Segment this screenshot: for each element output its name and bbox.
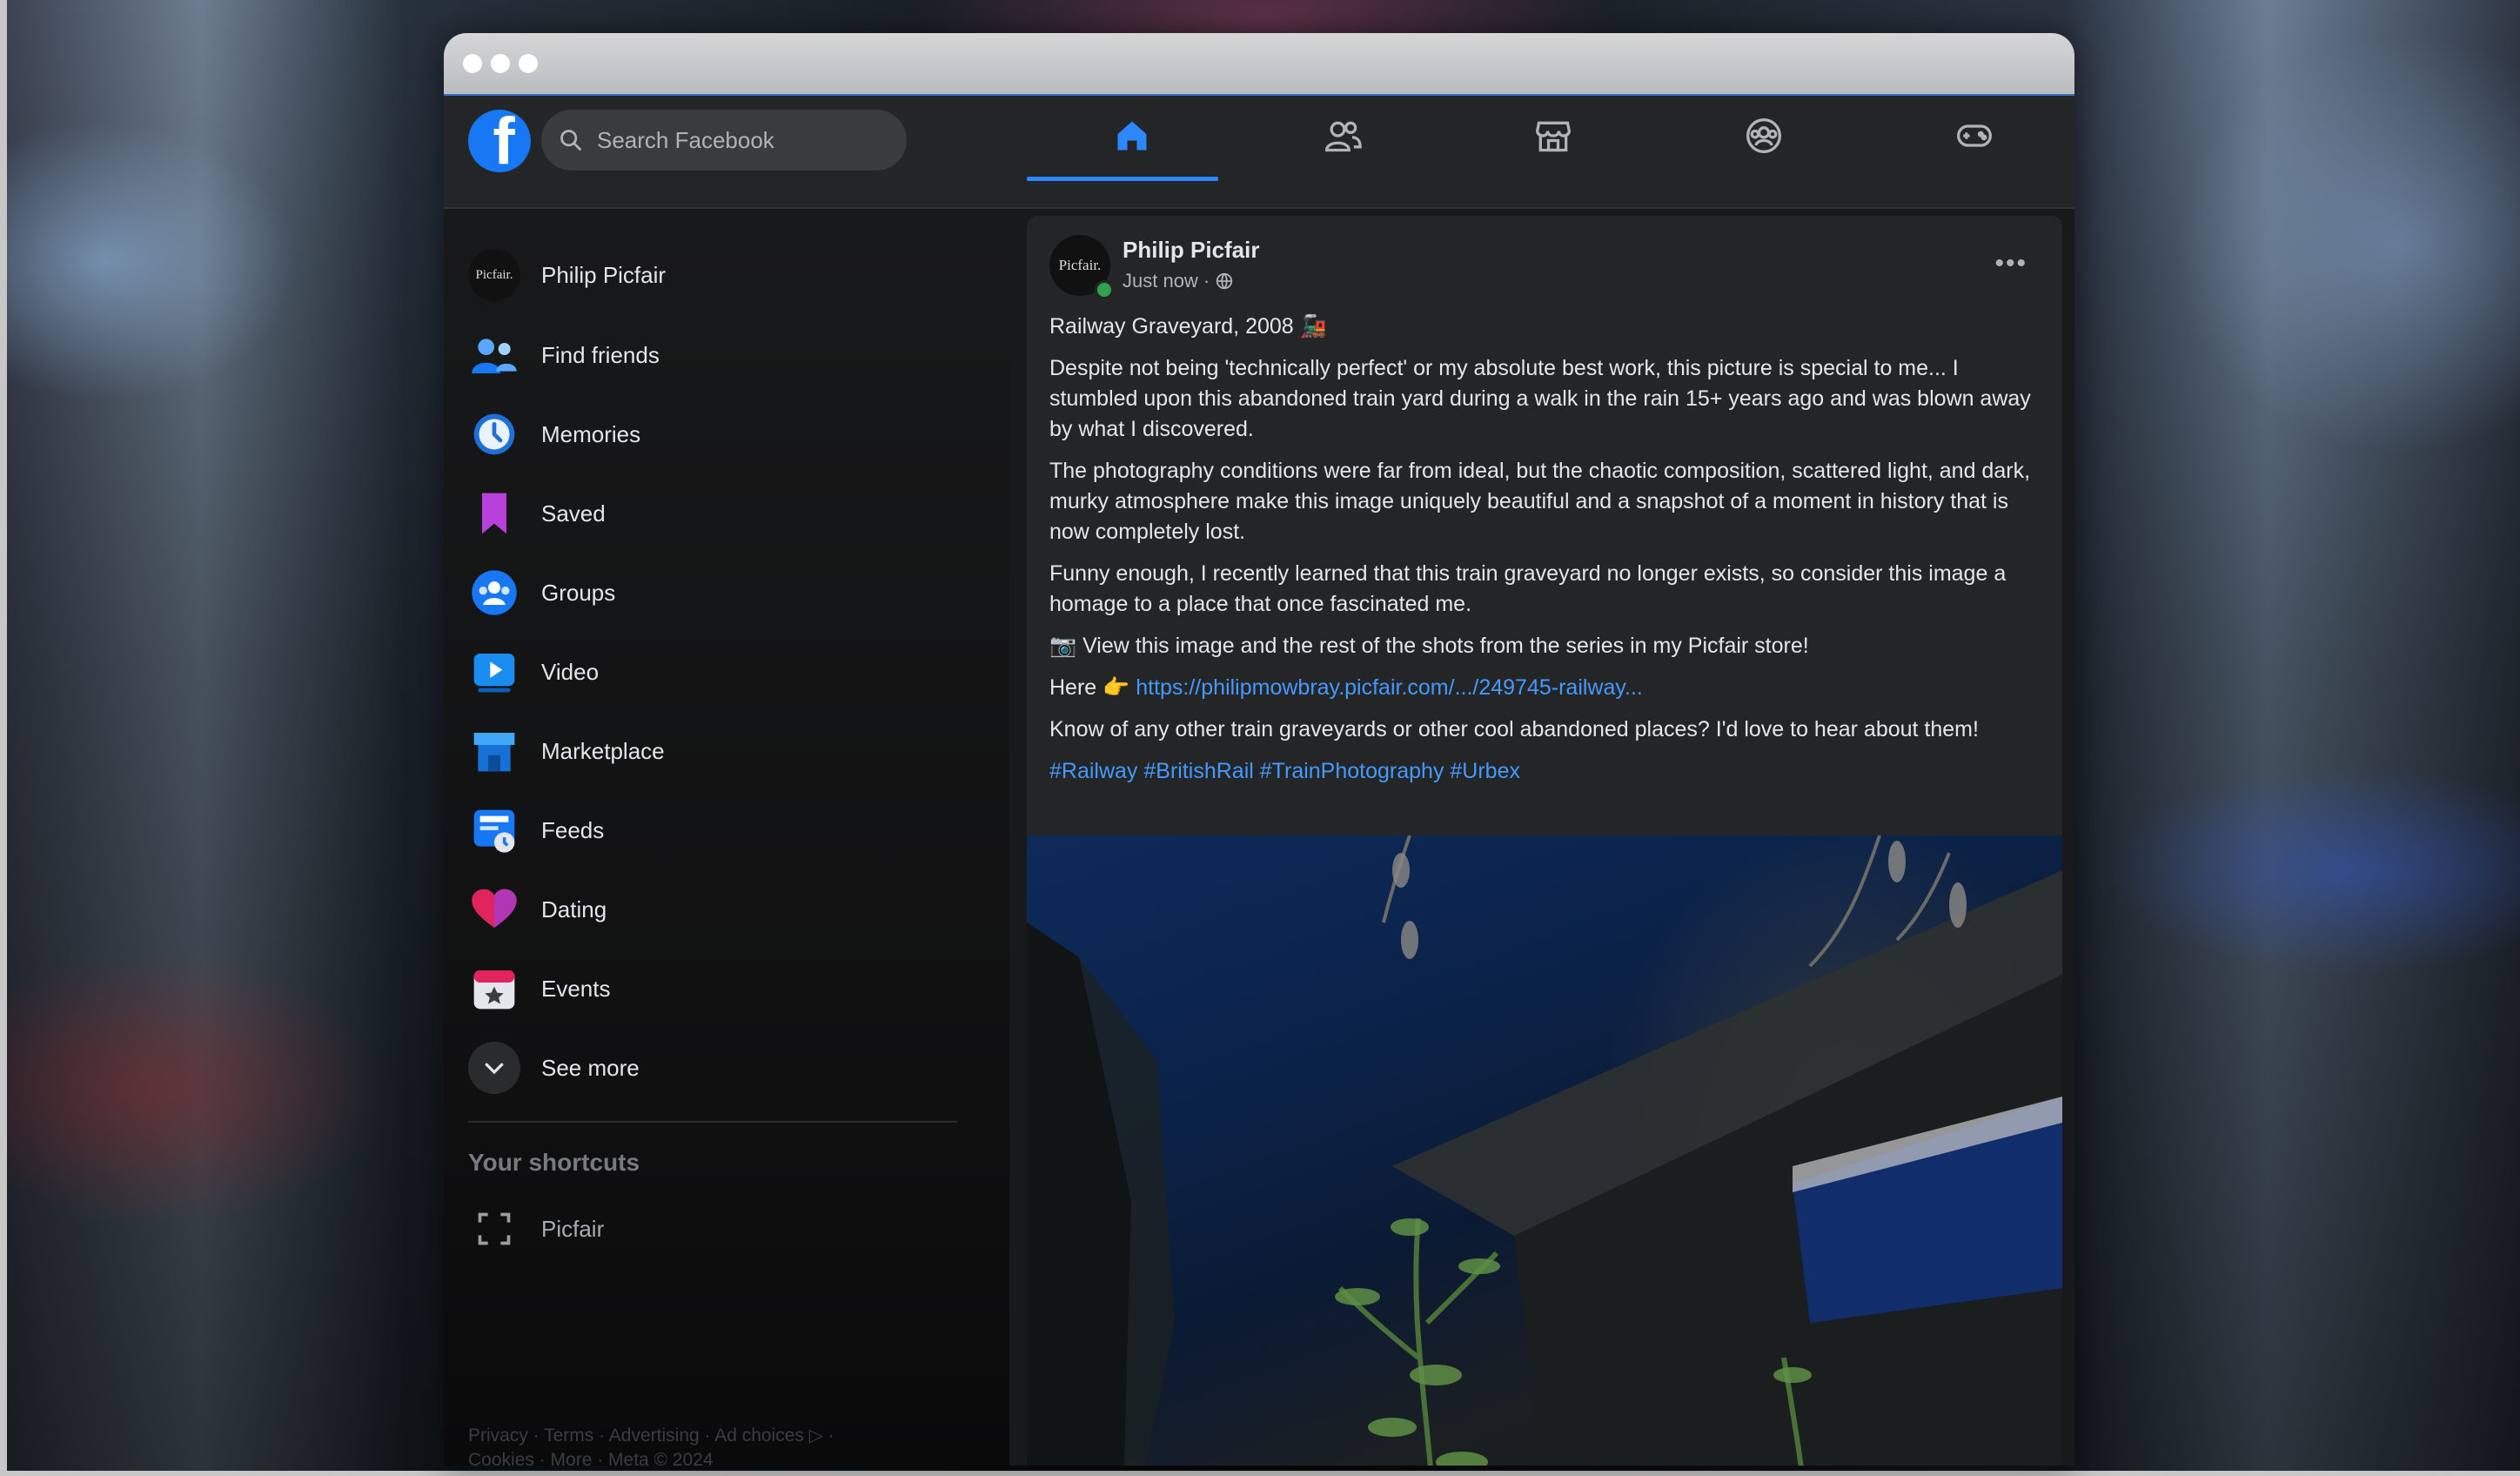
online-status-dot	[1095, 280, 1114, 299]
profile-avatar: Picfair.	[468, 249, 520, 301]
video-icon	[468, 646, 520, 698]
shortcuts-heading: Your shortcuts	[468, 1149, 640, 1176]
window-close-dot[interactable]	[463, 54, 482, 73]
top-navigation: f	[444, 96, 2074, 209]
sidebar-item-label: Video	[541, 658, 600, 685]
sidebar-item-see-more[interactable]: See more	[468, 1033, 640, 1103]
groups-icon	[468, 567, 520, 619]
post-time-text[interactable]: Just now ·	[1123, 270, 1210, 292]
hashtags-link[interactable]: #Railway #BritishRail #TrainPhotography …	[1049, 759, 1520, 783]
home-icon	[1117, 121, 1147, 151]
marketplace-icon	[1536, 121, 1571, 152]
sidebar-footer: Privacy · Terms · Advertising · Ad choic…	[468, 1424, 834, 1466]
sidebar-item-events[interactable]: Events	[468, 954, 611, 1023]
sidebar-item-groups[interactable]: Groups	[468, 558, 615, 627]
sidebar-item-video[interactable]: Video	[468, 637, 599, 707]
window-maximize-dot[interactable]	[519, 54, 538, 73]
post-link-line: Here 👉 https://philipmowbray.picfair.com…	[1049, 673, 2040, 703]
shortcut-label: Picfair	[541, 1215, 605, 1242]
post-paragraph: Funny enough, I recently learned that th…	[1049, 561, 2007, 616]
search-box[interactable]	[541, 110, 907, 171]
window-titlebar	[444, 33, 2074, 96]
sidebar-item-label: See more	[541, 1054, 640, 1081]
post-paragraph: Know of any other train graveyards or ot…	[1049, 717, 1979, 741]
tab-friends[interactable]	[1237, 96, 1448, 176]
screen-edge	[0, 0, 7, 1476]
window-minimize-dot[interactable]	[491, 54, 510, 73]
bookmark-icon	[468, 487, 520, 540]
gaming-icon	[1957, 124, 1992, 147]
shop-icon	[468, 725, 520, 777]
logo-letter: f	[493, 110, 515, 172]
sidebar-item-label: Philip Picfair	[541, 261, 667, 288]
footer-links-line1[interactable]: Privacy · Terms · Advertising · Ad choic…	[468, 1424, 834, 1448]
sidebar-item-label: Dating	[541, 896, 607, 922]
screen-edge-bottom	[0, 1471, 2520, 1476]
globe-icon	[1216, 272, 1233, 290]
browser-window: f Picfair. Philip Picfair	[444, 33, 2074, 1466]
post-header: Picfair. Philip Picfair Just now · •••	[1027, 216, 2062, 312]
facebook-logo-icon[interactable]: f	[468, 110, 531, 172]
chevron-down-icon	[468, 1042, 520, 1094]
tab-groups[interactable]	[1659, 96, 1869, 176]
heart-icon	[468, 883, 520, 936]
sidebar-item-feeds[interactable]: Feeds	[468, 795, 604, 865]
sidebar-item-dating[interactable]: Dating	[468, 875, 607, 944]
clock-icon	[468, 408, 520, 460]
post-paragraph: Despite not being 'technically perfect' …	[1049, 356, 2031, 441]
post-hashtags: #Railway #BritishRail #TrainPhotography …	[1049, 756, 2040, 787]
tab-marketplace[interactable]	[1448, 96, 1659, 176]
sidebar-item-label: Saved	[541, 500, 606, 527]
sidebar-item-saved[interactable]: Saved	[468, 479, 606, 548]
sidebar-divider	[468, 1121, 957, 1123]
railway-photo-illustration	[1027, 835, 2062, 1466]
feed-post: Picfair. Philip Picfair Just now · ••• R…	[1027, 216, 2062, 1466]
post-more-options-icon[interactable]: •••	[1994, 249, 2027, 278]
sidebar-item-profile[interactable]: Picfair. Philip Picfair	[468, 240, 666, 310]
post-paragraph: 📷 View this image and the rest of the sh…	[1049, 634, 1809, 658]
groups-icon	[1746, 118, 1781, 153]
post-body: Railway Graveyard, 2008 🚂 Despite not be…	[1027, 312, 2062, 787]
sidebar-item-find-friends[interactable]: Find friends	[468, 320, 660, 390]
sidebar-item-label: Marketplace	[541, 737, 665, 764]
friends-icon	[468, 329, 520, 381]
sidebar-item-label: Find friends	[541, 341, 660, 368]
sidebar-item-label: Events	[541, 975, 611, 1002]
post-link[interactable]: https://philipmowbray.picfair.com/.../24…	[1136, 675, 1643, 700]
post-photo[interactable]	[1027, 835, 2062, 1466]
tab-gaming[interactable]	[1869, 96, 2074, 176]
post-timestamp: Just now ·	[1123, 270, 1234, 292]
left-sidebar: Picfair. Philip Picfair Find friends Mem…	[444, 209, 1009, 1466]
calendar-star-icon	[468, 963, 520, 1015]
sidebar-item-memories[interactable]: Memories	[468, 399, 640, 469]
shortcut-item-picfair[interactable]: Picfair	[468, 1194, 604, 1264]
search-icon	[560, 130, 581, 151]
search-input[interactable]	[595, 125, 895, 155]
footer-links-line2[interactable]: Cookies · More · Meta © 2024	[468, 1448, 834, 1466]
expand-icon	[468, 1203, 520, 1255]
sidebar-item-label: Memories	[541, 420, 641, 447]
sidebar-item-label: Feeds	[541, 816, 605, 843]
post-paragraph: The photography conditions were far from…	[1049, 459, 2031, 544]
friends-icon	[1325, 121, 1362, 152]
nav-tabs	[1027, 96, 2074, 181]
post-title: Railway Graveyard, 2008 🚂	[1049, 314, 1327, 339]
sidebar-item-label: Groups	[541, 579, 616, 606]
tab-home[interactable]	[1027, 96, 1237, 181]
feeds-icon	[468, 804, 520, 856]
link-prefix: Here 👉	[1049, 675, 1130, 700]
sidebar-item-marketplace[interactable]: Marketplace	[468, 716, 665, 786]
post-author-name[interactable]: Philip Picfair	[1123, 237, 1260, 264]
